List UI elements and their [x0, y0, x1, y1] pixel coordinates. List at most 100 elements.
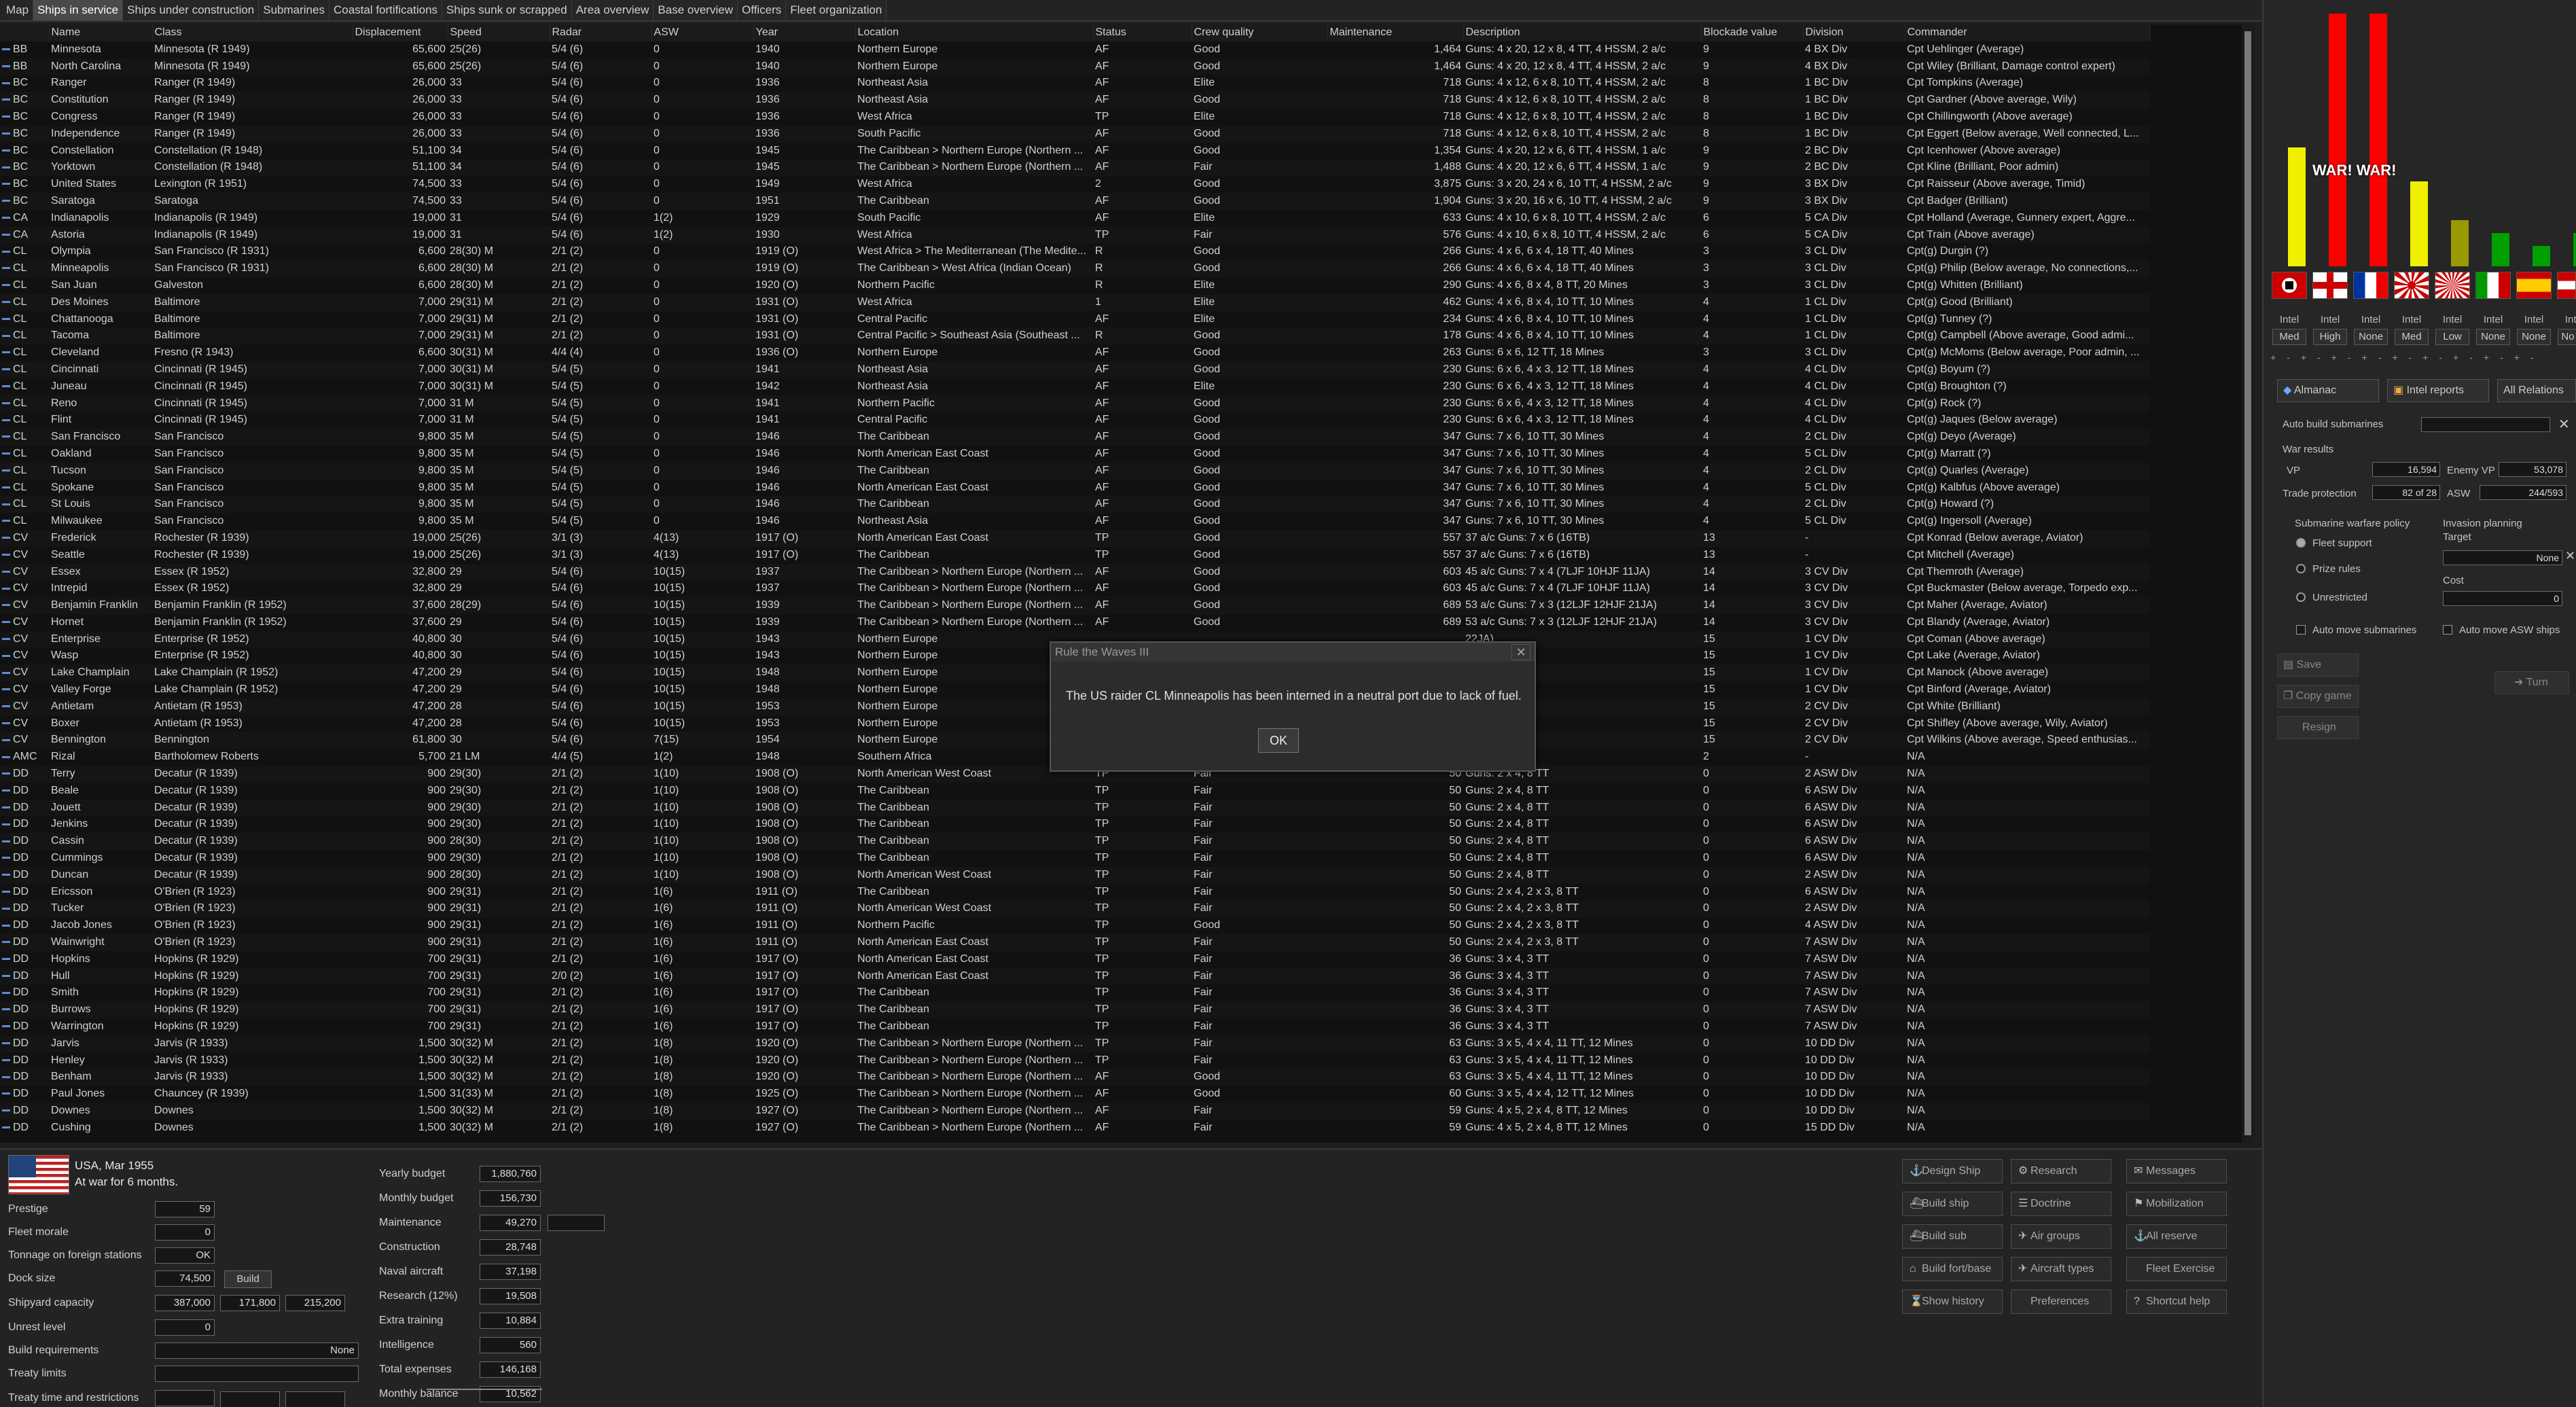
- unrestricted-radio[interactable]: [2296, 592, 2306, 602]
- table-row[interactable]: DD Jarvis Jarvis (R 1933) 1,500 30(32) M 2/1 …: [0, 1035, 2149, 1052]
- column-header[interactable]: Description: [1463, 24, 1702, 41]
- table-row[interactable]: BC Constitution Ranger (R 1949) 26,000 33 5/4…: [0, 92, 2149, 109]
- table-row[interactable]: BC Congress Ranger (R 1949) 26,000 33 5/4 (6)…: [0, 109, 2149, 126]
- action-button-research[interactable]: ⚙ Research: [2011, 1159, 2111, 1183]
- all-relations-button[interactable]: All Relations: [2497, 379, 2576, 402]
- tab-ships-under-construction[interactable]: Ships under construction: [123, 0, 260, 20]
- table-row[interactable]: CL Spokane San Francisco 9,800 35 M 5/4 (5) 0 1…: [0, 480, 2149, 497]
- table-row[interactable]: DD Warrington Hopkins (R 1929) 700 29(31) 2/1…: [0, 1018, 2149, 1035]
- table-row[interactable]: CV Hornet Benjamin Franklin (R 1952) 37,600…: [0, 614, 2149, 631]
- table-row[interactable]: DD Beale Decatur (R 1939) 900 29(30) 2/1 (2) 1…: [0, 783, 2149, 800]
- column-header[interactable]: Commander: [1905, 24, 2150, 41]
- action-button-build-sub[interactable]: ⛴Build sub: [1902, 1224, 2003, 1249]
- copy-game-button[interactable]: ❐ Copy game: [2277, 685, 2359, 708]
- table-row[interactable]: CL Cleveland Fresno (R 1943) 6,600 30(31) M 4…: [0, 344, 2149, 361]
- table-row[interactable]: CL Tacoma Baltimore 7,000 29(31) M 2/1 (2) 0 19…: [0, 327, 2149, 345]
- flag-japan-navy-icon[interactable]: [2394, 272, 2429, 299]
- table-row[interactable]: BB North Carolina Minnesota (R 1949) 65,600…: [0, 58, 2149, 75]
- table-row[interactable]: CA Indianapolis Indianapolis (R 1949) 19,00…: [0, 210, 2149, 227]
- column-header[interactable]: [0, 24, 50, 41]
- action-button-aircraft-types[interactable]: ✈ Aircraft types: [2011, 1257, 2111, 1281]
- intel-level-button[interactable]: High: [2313, 329, 2347, 345]
- flag-spain-icon[interactable]: [2516, 272, 2552, 299]
- flag-italy-icon[interactable]: [2475, 272, 2511, 299]
- table-row[interactable]: CL San Francisco San Francisco 9,800 35 M 5/4…: [0, 429, 2149, 446]
- intel-level-button[interactable]: Med: [2395, 329, 2429, 345]
- auto-move-asw-checkbox[interactable]: [2443, 625, 2452, 635]
- table-row[interactable]: CL Oakland San Francisco 9,800 35 M 5/4 (5) 0 1…: [0, 446, 2149, 463]
- tab-area-overview[interactable]: Area overview: [571, 0, 654, 20]
- column-header[interactable]: ASW: [651, 24, 754, 41]
- turn-button[interactable]: ➜ Turn: [2494, 671, 2569, 694]
- auto-move-subs-checkbox[interactable]: [2296, 625, 2306, 635]
- table-row[interactable]: DD Burrows Hopkins (R 1929) 700 29(31) 2/1 (2…: [0, 1001, 2149, 1019]
- flag-germany-icon[interactable]: [2272, 272, 2307, 299]
- action-button-doctrine[interactable]: ☰ Doctrine: [2011, 1192, 2111, 1216]
- table-row[interactable]: BC Ranger Ranger (R 1949) 26,000 33 5/4 (6) 0 1…: [0, 75, 2149, 92]
- resign-button[interactable]: Resign: [2277, 716, 2359, 739]
- table-row[interactable]: CV Benjamin Franklin Benjamin Franklin (R …: [0, 597, 2149, 614]
- action-button-build-fort-base[interactable]: ⌂ Build fort/base: [1902, 1257, 2003, 1281]
- table-row[interactable]: DD Duncan Decatur (R 1939) 900 28(30) 2/1 (2)…: [0, 866, 2149, 884]
- table-scrollbar[interactable]: [2242, 24, 2254, 1143]
- table-row[interactable]: DD Benham Jarvis (R 1933) 1,500 30(32) M 2/1 …: [0, 1069, 2149, 1086]
- intel-level-button[interactable]: None: [2476, 329, 2510, 345]
- table-row[interactable]: CL Chattanooga Baltimore 7,000 29(31) M 2/1 (…: [0, 311, 2149, 328]
- column-header[interactable]: Speed: [448, 24, 550, 41]
- table-row[interactable]: CV Essex Essex (R 1952) 32,800 29 5/4 (6) 10(1…: [0, 563, 2149, 581]
- column-header[interactable]: Displacement: [353, 24, 448, 41]
- table-row[interactable]: CL Cincinnati Cincinnati (R 1945) 7,000 30(3…: [0, 361, 2149, 378]
- flag-rising-sun-icon[interactable]: [2435, 272, 2470, 299]
- action-button-show-history[interactable]: ⌛Show history: [1902, 1289, 2003, 1314]
- build-dock-button[interactable]: Build: [224, 1270, 272, 1288]
- table-row[interactable]: DD Cassin Decatur (R 1939) 900 28(30) 2/1 (2)…: [0, 833, 2149, 851]
- column-header[interactable]: Name: [49, 24, 153, 41]
- table-row[interactable]: CL Flint Cincinnati (R 1945) 7,000 31 M 5/4 (…: [0, 412, 2149, 429]
- table-row[interactable]: DD Paul Jones Chauncey (R 1939) 1,500 31(33)…: [0, 1086, 2149, 1103]
- action-button-preferences[interactable]: Preferences: [2011, 1289, 2111, 1314]
- table-row[interactable]: CL Reno Cincinnati (R 1945) 7,000 31 M 5/4 (5…: [0, 395, 2149, 412]
- column-header[interactable]: Blockade value: [1701, 24, 1804, 41]
- flag-austria-icon[interactable]: [2557, 272, 2576, 299]
- tab-base-overview[interactable]: Base overview: [654, 0, 738, 20]
- table-row[interactable]: BC Independence Ranger (R 1949) 26,000 33 5/4…: [0, 125, 2149, 143]
- table-row[interactable]: DD Hopkins Hopkins (R 1929) 700 29(31) 2/1 (2…: [0, 951, 2149, 968]
- intel-level-button[interactable]: None: [2517, 329, 2551, 345]
- action-button-design-ship[interactable]: ⚓Design Ship: [1902, 1159, 2003, 1183]
- table-row[interactable]: DD Downes Downes 1,500 30(32) M 2/1 (2) 1(8) 19…: [0, 1103, 2149, 1120]
- prize-rules-radio[interactable]: [2296, 564, 2306, 573]
- table-row[interactable]: CV Seattle Rochester (R 1939) 19,000 25(26) 3…: [0, 547, 2149, 564]
- table-row[interactable]: DD Tucker O'Brien (R 1923) 900 29(31) 2/1 (2)…: [0, 900, 2149, 918]
- tab-map[interactable]: Map: [2, 0, 34, 20]
- tab-coastal-fortifications[interactable]: Coastal fortifications: [329, 0, 443, 20]
- column-header[interactable]: Crew quality: [1192, 24, 1328, 41]
- table-row[interactable]: DD Cummings Decatur (R 1939) 900 29(30) 2/1 (…: [0, 850, 2149, 867]
- table-row[interactable]: DD Jouett Decatur (R 1939) 900 29(30) 2/1 (2)…: [0, 799, 2149, 817]
- tab-fleet-organization[interactable]: Fleet organization: [786, 0, 887, 20]
- table-row[interactable]: DD Jenkins Decatur (R 1939) 900 29(30) 2/1 (2…: [0, 816, 2149, 833]
- almanac-button[interactable]: ◆ Almanac: [2277, 379, 2379, 402]
- action-button-mobilization[interactable]: ⚑ Mobilization: [2126, 1192, 2227, 1216]
- action-button-shortcut-help[interactable]: ? Shortcut help: [2126, 1289, 2227, 1314]
- column-header[interactable]: Division: [1803, 24, 1906, 41]
- table-row[interactable]: CV Intrepid Essex (R 1952) 32,800 29 5/4 (6) 1…: [0, 580, 2149, 597]
- table-row[interactable]: CL San Juan Galveston 6,600 28(30) M 2/1 (2) 0…: [0, 277, 2149, 294]
- table-row[interactable]: DD Cushing Downes 1,500 30(32) M 2/1 (2) 1(8) 1…: [0, 1120, 2149, 1137]
- dialog-close-button[interactable]: ✕: [1511, 644, 1531, 660]
- table-row[interactable]: CL Juneau Cincinnati (R 1945) 7,000 30(31) M…: [0, 378, 2149, 395]
- table-row[interactable]: CL Des Moines Baltimore 7,000 29(31) M 2/1 (2…: [0, 293, 2149, 311]
- target-field[interactable]: None: [2443, 550, 2562, 565]
- intel-level-button[interactable]: Low: [2435, 329, 2469, 345]
- action-button-fleet-exercise[interactable]: Fleet Exercise: [2126, 1257, 2227, 1281]
- table-row[interactable]: BC United States Lexington (R 1951) 74,500 3…: [0, 176, 2149, 193]
- table-row[interactable]: DD Wainwright O'Brien (R 1923) 900 29(31) 2/1…: [0, 934, 2149, 951]
- column-header[interactable]: Status: [1093, 24, 1192, 41]
- table-row[interactable]: BC Saratoga Saratoga 74,500 33 5/4 (6) 0 1951 Th…: [0, 192, 2149, 210]
- action-button-all-reserve[interactable]: ⚓All reserve: [2126, 1224, 2227, 1249]
- table-row[interactable]: CV Frederick Rochester (R 1939) 19,000 25(26…: [0, 529, 2149, 547]
- table-row[interactable]: CL Tucson San Francisco 9,800 35 M 5/4 (5) 0 19…: [0, 462, 2149, 480]
- column-header[interactable]: Location: [855, 24, 1094, 41]
- action-button-build-ship[interactable]: ⛴Build ship: [1902, 1192, 2003, 1216]
- table-row[interactable]: CA Astoria Indianapolis (R 1949) 19,000 31 5/…: [0, 226, 2149, 244]
- column-header[interactable]: Class: [152, 24, 353, 41]
